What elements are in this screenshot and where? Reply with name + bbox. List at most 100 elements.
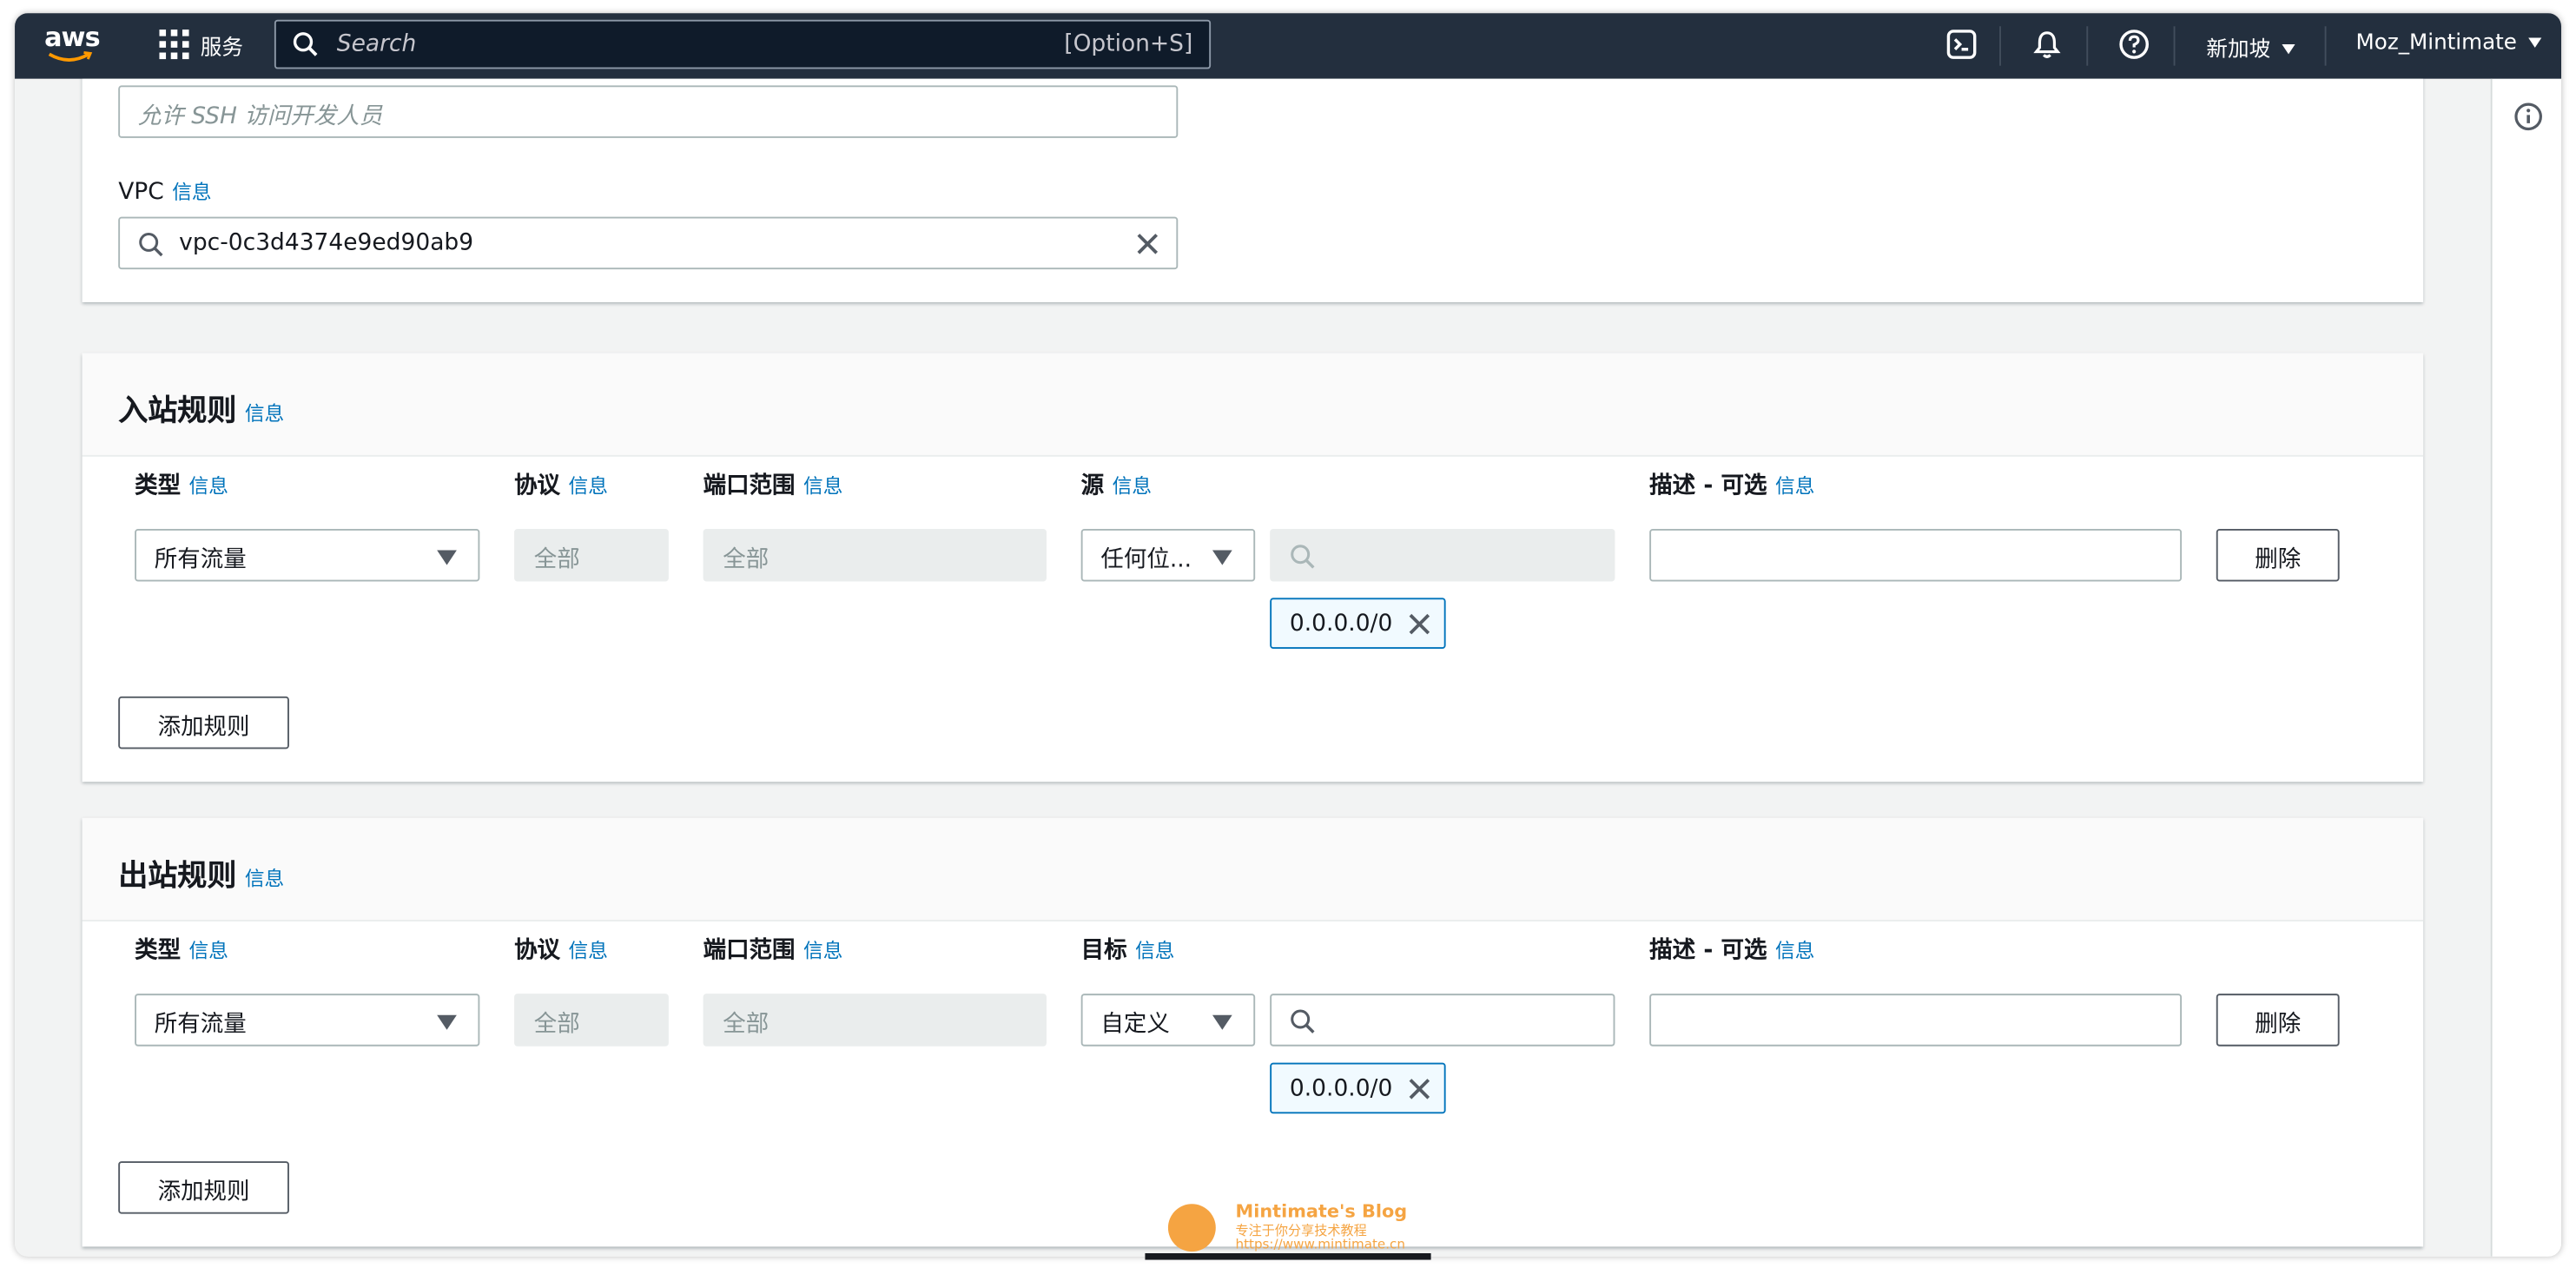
chevron-down-icon	[437, 1014, 457, 1030]
scroll-indicator	[1145, 1252, 1431, 1260]
help-side-panel	[2490, 78, 2562, 1257]
outbound-info-link[interactable]: 信息	[245, 868, 284, 890]
inbound-add-rule-label: 添加规则	[157, 714, 250, 741]
outbound-destination-search[interactable]	[1270, 994, 1615, 1047]
inbound-add-rule-button[interactable]: 添加规则	[118, 696, 289, 750]
outbound-port-range-value: 全部	[723, 1011, 769, 1039]
services-grid-icon[interactable]	[159, 30, 189, 60]
col-header-description: 描述 - 可选 信息	[1649, 933, 1814, 966]
outbound-description-input[interactable]	[1649, 994, 2183, 1047]
vpc-select-input[interactable]: vpc-0c3d4374e9ed90ab9	[118, 216, 1179, 270]
inbound-rules-card: 入站规则 信息 类型 信息 协议 信息 端口范围 信息 源信息 描述 - 可选 信息 所有…	[82, 353, 2424, 783]
account-menu[interactable]: Moz_Mintimate	[2356, 31, 2542, 56]
col-header-type-text: 类型	[135, 472, 182, 499]
outbound-add-rule-label: 添加规则	[157, 1179, 250, 1206]
inbound-source-type-select[interactable]: 任何位...	[1080, 528, 1256, 582]
search-shortcut-hint: [Option+S]	[1064, 30, 1193, 58]
watermark-title: Mintimate's Blog	[1235, 1200, 1408, 1223]
outbound-rules-header: 出站规则 信息	[82, 817, 2424, 921]
col-header-port-range-text: 端口范围	[703, 472, 796, 499]
col-header-type: 类型 信息	[135, 933, 228, 966]
outbound-delete-label: 删除	[2255, 1011, 2302, 1039]
cloudshell-icon[interactable]	[1945, 28, 1978, 61]
region-selector[interactable]: 新加坡	[2206, 31, 2295, 63]
vpc-value: vpc-0c3d4374e9ed90ab9	[179, 229, 474, 257]
inbound-delete-button[interactable]: 删除	[2216, 528, 2340, 582]
inbound-port-range-value: 全部	[723, 546, 769, 574]
divider	[2173, 26, 2176, 66]
inbound-protocol-field: 全部	[514, 528, 669, 582]
aws-logo[interactable]: aws	[44, 21, 103, 69]
outbound-destination-token-text: 0.0.0.0/0	[1289, 1075, 1393, 1102]
info-link[interactable]: 信息	[189, 940, 228, 962]
help-icon[interactable]	[2117, 28, 2150, 61]
services-menu-button[interactable]: 服务	[201, 30, 243, 61]
outbound-delete-button[interactable]: 删除	[2216, 994, 2340, 1047]
outbound-add-rule-button[interactable]: 添加规则	[118, 1161, 289, 1214]
info-link[interactable]: 信息	[568, 475, 607, 498]
description-placeholder: 允许 SSH 访问开发人员	[137, 103, 383, 130]
search-icon	[1291, 1009, 1315, 1034]
main-content: 允许 SSH 访问开发人员 VPC 信息 vpc-0c3d4374e9ed90ab…	[15, 78, 2491, 1257]
col-header-protocol-text: 协议	[514, 472, 561, 499]
info-link[interactable]: 信息	[568, 940, 607, 962]
basic-details-card: 允许 SSH 访问开发人员 VPC 信息 vpc-0c3d4374e9ed90ab…	[82, 78, 2424, 302]
chevron-down-icon	[2282, 44, 2295, 55]
top-navigation-bar: aws 服务 Search [Option+S] 新加坡 Moz_Mintima…	[15, 13, 2562, 79]
chevron-down-icon	[437, 550, 457, 565]
inbound-type-value: 所有流量	[154, 546, 247, 574]
vpc-label-text: VPC	[118, 179, 164, 206]
watermark-logo-icon	[1167, 1204, 1216, 1252]
col-header-port-range: 端口范围 信息	[703, 933, 843, 966]
inbound-description-input[interactable]	[1649, 528, 2183, 582]
inbound-rules-title-text: 入站规则	[118, 393, 237, 429]
chevron-down-icon	[1212, 1014, 1232, 1030]
info-link[interactable]: 信息	[1775, 475, 1814, 498]
info-link[interactable]: 信息	[1135, 940, 1174, 962]
info-link[interactable]: 信息	[803, 475, 842, 498]
outbound-rules-title: 出站规则 信息	[118, 853, 284, 895]
inbound-delete-label: 删除	[2255, 546, 2302, 574]
chevron-down-icon	[2528, 37, 2542, 48]
notifications-bell-icon[interactable]	[2031, 28, 2064, 61]
inbound-source-type-value: 任何位...	[1100, 546, 1192, 574]
outbound-destination-type-value: 自定义	[1100, 1011, 1170, 1039]
inbound-type-select[interactable]: 所有流量	[135, 528, 480, 582]
vpc-info-link[interactable]: 信息	[172, 181, 211, 203]
outbound-destination-type-select[interactable]: 自定义	[1080, 994, 1256, 1047]
region-label: 新加坡	[2206, 37, 2271, 63]
aws-logo-text: aws	[44, 21, 101, 53]
col-header-description-text: 描述 - 可选	[1649, 937, 1767, 965]
info-panel-icon[interactable]	[2513, 102, 2543, 131]
inbound-source-search[interactable]	[1270, 528, 1615, 582]
global-search-input[interactable]: Search [Option+S]	[274, 19, 1212, 69]
col-header-source: 源信息	[1081, 468, 1152, 501]
info-link[interactable]: 信息	[189, 475, 228, 498]
description-input[interactable]: 允许 SSH 访问开发人员	[118, 85, 1179, 138]
col-header-protocol-text: 协议	[514, 937, 561, 965]
col-header-source-text: 源	[1080, 472, 1105, 499]
info-link[interactable]: 信息	[803, 940, 842, 962]
outbound-port-range-field: 全部	[703, 994, 1047, 1047]
info-link[interactable]: 信息	[1775, 940, 1814, 962]
remove-token-icon[interactable]	[1408, 612, 1430, 635]
inbound-rules-title: 入站规则 信息	[118, 387, 284, 430]
remove-token-icon[interactable]	[1408, 1078, 1430, 1100]
inbound-rules-header: 入站规则 信息	[82, 353, 2424, 457]
inbound-source-token-text: 0.0.0.0/0	[1289, 611, 1393, 637]
clear-icon[interactable]	[1135, 232, 1159, 256]
watermark-url: https://www.mintimate.cn	[1235, 1237, 1405, 1252]
info-link[interactable]: 信息	[1113, 475, 1152, 498]
col-header-port-range: 端口范围 信息	[703, 468, 843, 501]
col-header-description: 描述 - 可选 信息	[1649, 468, 1814, 501]
inbound-info-link[interactable]: 信息	[245, 402, 284, 425]
outbound-destination-token: 0.0.0.0/0	[1270, 1062, 1446, 1114]
col-header-port-range-text: 端口范围	[703, 937, 796, 965]
search-placeholder: Search	[336, 30, 417, 58]
col-header-type-text: 类型	[135, 937, 182, 965]
col-header-destination-text: 目标	[1080, 937, 1127, 965]
outbound-protocol-field: 全部	[514, 994, 669, 1047]
blog-watermark: Mintimate's Blog 专注于你分享技术教程 https://www.…	[1167, 1200, 1431, 1259]
inbound-source-token: 0.0.0.0/0	[1270, 598, 1446, 650]
outbound-type-select[interactable]: 所有流量	[135, 994, 480, 1047]
